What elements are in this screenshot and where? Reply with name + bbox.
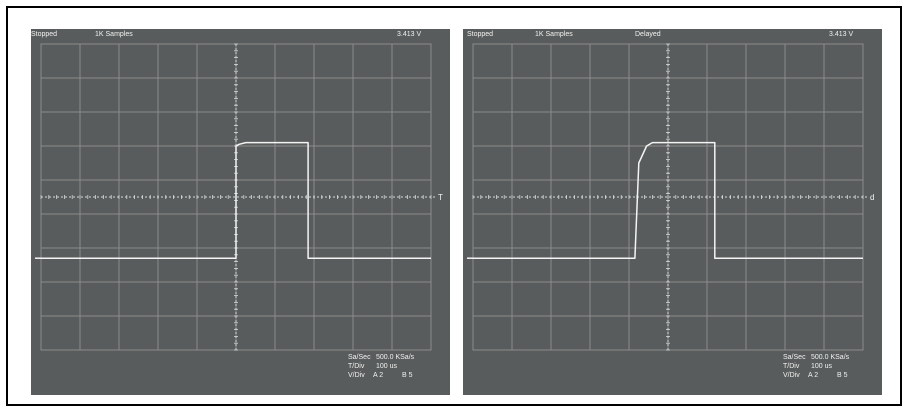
time-div-value: 100 us [376, 363, 398, 370]
samples-label: 1K Samples [95, 31, 133, 38]
voltage-readout: 3.413 V [829, 31, 854, 38]
trigger-marker: d [870, 193, 874, 202]
mode-label: Delayed [635, 31, 661, 38]
oscilloscope-screen-right: d Stopped 1K Samples Delayed 3.413 V Sa/… [463, 29, 882, 395]
waveform-plot-left: T [35, 43, 443, 351]
volt-div-a-value: A 2 [808, 372, 819, 379]
volt-div-label: V/Div [783, 372, 800, 379]
sample-rate-value: 500.0 KSa/s [811, 354, 850, 361]
volt-div-a-value: A 2 [373, 372, 384, 379]
oscilloscope-screen-left: T Stopped 1K Samples 3.413 V Sa/Sec 500.… [31, 29, 450, 395]
volt-div-label: V/Div [348, 372, 365, 379]
sample-rate-value: 500.0 KSa/s [376, 354, 415, 361]
waveform-trace [41, 141, 431, 259]
sample-rate-label: Sa/Sec [348, 354, 371, 361]
status-label: Stopped [467, 31, 494, 38]
voltage-readout: 3.413 V [397, 31, 422, 38]
sample-rate-label: Sa/Sec [783, 354, 806, 361]
time-div-label: T/Div [783, 363, 800, 370]
volt-div-b-value: B 5 [402, 372, 413, 379]
waveform-plot-right: d [467, 43, 874, 351]
time-div-label: T/Div [348, 363, 365, 370]
samples-label: 1K Samples [535, 31, 573, 38]
volt-div-b-value: B 5 [837, 372, 848, 379]
trigger-marker: T [438, 193, 443, 202]
time-div-value: 100 us [811, 363, 833, 370]
status-label: Stopped [31, 31, 58, 38]
